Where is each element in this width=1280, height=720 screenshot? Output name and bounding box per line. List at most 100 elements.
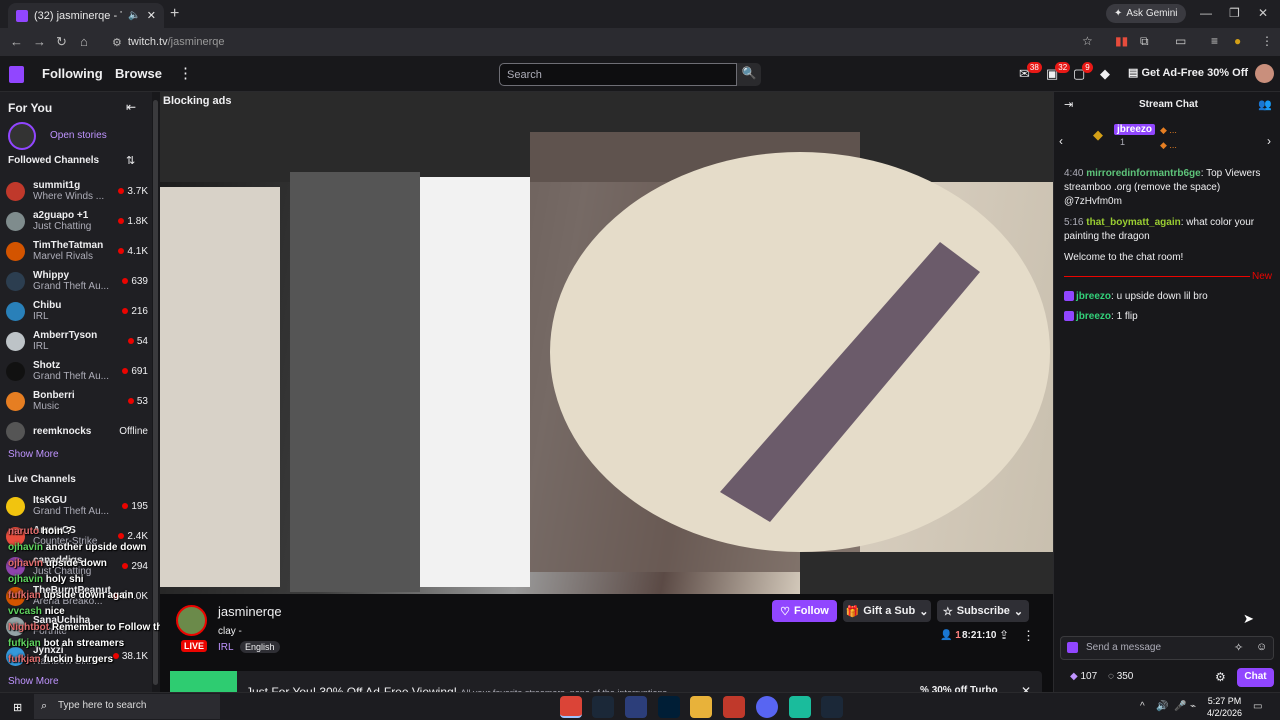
welcome-message: Welcome to the chat room! [1064,252,1184,263]
sidebar-channel[interactable]: ItsKGU Grand Theft Au... 195 [6,491,148,521]
minimize-icon[interactable]: — [1200,6,1212,20]
url-field[interactable]: ⚙ twitch.tv/jasminerqe [104,31,1104,53]
sidebar-channel[interactable]: Chibu IRL 216 [6,296,148,326]
get-ad-free-button[interactable]: ▤ Get Ad-Free 30% Off [1128,66,1248,79]
nav-browse[interactable]: Browse [115,66,162,81]
sidebar-channel[interactable]: Whippy Grand Theft Au... 639 [6,266,148,296]
sidebar-channel[interactable]: a2guapo +1 Just Chatting 1.8K [6,206,148,236]
user-avatar[interactable] [1255,64,1274,83]
chrome-menu-icon[interactable]: ⋮ [1261,34,1273,48]
streamer-avatar[interactable] [176,605,207,636]
show-more-followed[interactable]: Show More [8,449,59,460]
chat-send-button[interactable]: Chat [1237,668,1274,687]
taskbar-clock[interactable]: 5:27 PM 4/2/2026 [1207,695,1242,719]
reload-icon[interactable]: ↻ [56,34,67,50]
stories-avatar[interactable] [8,122,36,150]
subscribe-button[interactable]: ☆ Subscribe ⌄ [937,600,1029,622]
message-user[interactable]: jbreezo [1076,291,1111,302]
chat-settings-icon[interactable]: ⚙ [1215,670,1226,684]
channel-avatar [6,301,25,321]
file-explorer-icon[interactable] [690,696,712,718]
effects-icon[interactable]: ✧ [1234,641,1243,654]
vegas-app-icon[interactable] [625,696,647,718]
streamer-name[interactable]: jasminerqe [218,604,282,619]
emote-icon[interactable]: ☺ [1256,641,1267,653]
sidebar-channel[interactable]: TimTheTatman Marvel Rivals 4.1K [6,236,148,266]
sidebar-channel[interactable]: reemknocks Offline [6,416,148,446]
hype-prev-icon[interactable]: ‹ [1059,134,1063,148]
sidebar-channel[interactable]: summit1g Where Winds ... 3.7K [6,176,148,206]
more-icon[interactable]: ⋮ [1022,628,1035,644]
inbox-icon[interactable]: ▣32 [1046,62,1073,82]
chat-users-icon[interactable]: 👥 [1258,98,1272,111]
profile-icon[interactable]: ● [1234,34,1241,48]
extension-icon[interactable]: ▮▮ [1115,34,1128,48]
sort-icon[interactable]: ⇅ [126,154,135,167]
steam-app-icon-2[interactable] [821,696,843,718]
twitch-logo-icon[interactable] [9,66,24,83]
speaker-icon[interactable]: 🔈 [128,10,140,21]
chrome-app-icon[interactable] [560,696,582,718]
new-tab-icon[interactable]: + [170,5,179,23]
search-input[interactable]: Search [499,63,737,86]
notification-center-icon[interactable]: ▭ [1253,701,1262,712]
discord-app-icon[interactable] [756,696,778,718]
sidebar-scrollbar-thumb[interactable] [153,100,158,685]
mic-icon[interactable]: 🎤 [1174,701,1186,712]
overlay-text: nice [44,606,65,617]
show-more-live[interactable]: Show More [8,676,59,687]
extensions-puzzle-icon[interactable]: ⧉ [1140,34,1149,49]
nav-following[interactable]: Following [42,66,103,81]
whispers-icon[interactable]: ▢9 [1073,62,1096,82]
hype-gem-icon: ◆ ... [1160,125,1177,135]
channel-points[interactable]: ◆ 107 ◌ 350 [1070,671,1133,682]
language-tag[interactable]: English [240,641,280,653]
channel-game: Just Chatting [33,221,92,232]
bookmark-star-icon[interactable]: ☆ [1082,34,1093,48]
gift-sub-button[interactable]: 🎁 Gift a Sub ⌄ [843,600,931,622]
windows-start-icon[interactable]: ⊞ [13,701,22,714]
forward-icon[interactable]: → [33,34,46,49]
more-options-icon[interactable]: ⋮ [178,64,193,82]
back-icon[interactable]: ← [10,34,23,49]
volume-icon[interactable]: 🔊 [1156,701,1168,712]
sidebar-channel[interactable]: AmberrTyson IRL 54 [6,326,148,356]
hype-next-icon[interactable]: › [1267,134,1271,148]
taskbar-search-input[interactable]: Type here to search [34,694,220,719]
message-user[interactable]: jbreezo [1076,311,1111,322]
bits-icon[interactable]: ◆ [1100,66,1110,82]
message-user[interactable]: that_boymatt_again [1086,217,1180,228]
sidebar-channel[interactable]: Bonberri Music 53 [6,386,148,416]
steam-app-icon[interactable] [592,696,614,718]
cast-icon[interactable]: ▭ [1175,34,1186,48]
collapse-sidebar-icon[interactable]: ⇤ [126,100,136,114]
app-icon-2[interactable] [789,696,811,718]
stream-category-link[interactable]: IRL [218,642,234,653]
network-icon[interactable]: ⌁ [1190,701,1196,712]
ask-gemini-button[interactable]: ✦ Ask Gemini [1106,4,1186,23]
open-stories-link[interactable]: Open stories [50,130,107,141]
tab-close-icon[interactable]: ✕ [147,9,156,22]
hype-user[interactable]: jbreezo [1114,124,1156,135]
message-user[interactable]: mirroredinformantrb6ge [1086,168,1200,179]
search-icon[interactable]: 🔍 [737,63,761,86]
maximize-icon[interactable]: ❐ [1229,6,1240,20]
browser-tab[interactable]: (32) jasminerqe - Twitch 🔈 ✕ [8,3,164,28]
reading-list-icon[interactable]: ≡ [1211,34,1218,48]
share-icon[interactable]: ⇪ [999,628,1009,642]
app-icon[interactable] [723,696,745,718]
chat-badge-icon[interactable] [1067,642,1078,653]
sidebar-channel[interactable]: Shotz Grand Theft Au... 691 [6,356,148,386]
site-info-icon[interactable]: ⚙ [112,36,122,49]
photoshop-app-icon[interactable] [658,696,680,718]
overlay-user: ojhavin [8,542,44,553]
tray-chevron-icon[interactable]: ^ [1140,701,1145,712]
notifications-icon[interactable]: ✉38 [1019,62,1045,82]
home-icon[interactable]: ⌂ [80,34,88,49]
overlay-text: another upside down [45,542,147,553]
video-player[interactable] [160,92,1053,594]
window-close-icon[interactable]: ✕ [1258,6,1268,20]
collapse-chat-icon[interactable]: ⇥ [1064,98,1073,111]
channel-viewers: 691 [122,366,148,377]
follow-button[interactable]: ♡ Follow [772,600,837,622]
